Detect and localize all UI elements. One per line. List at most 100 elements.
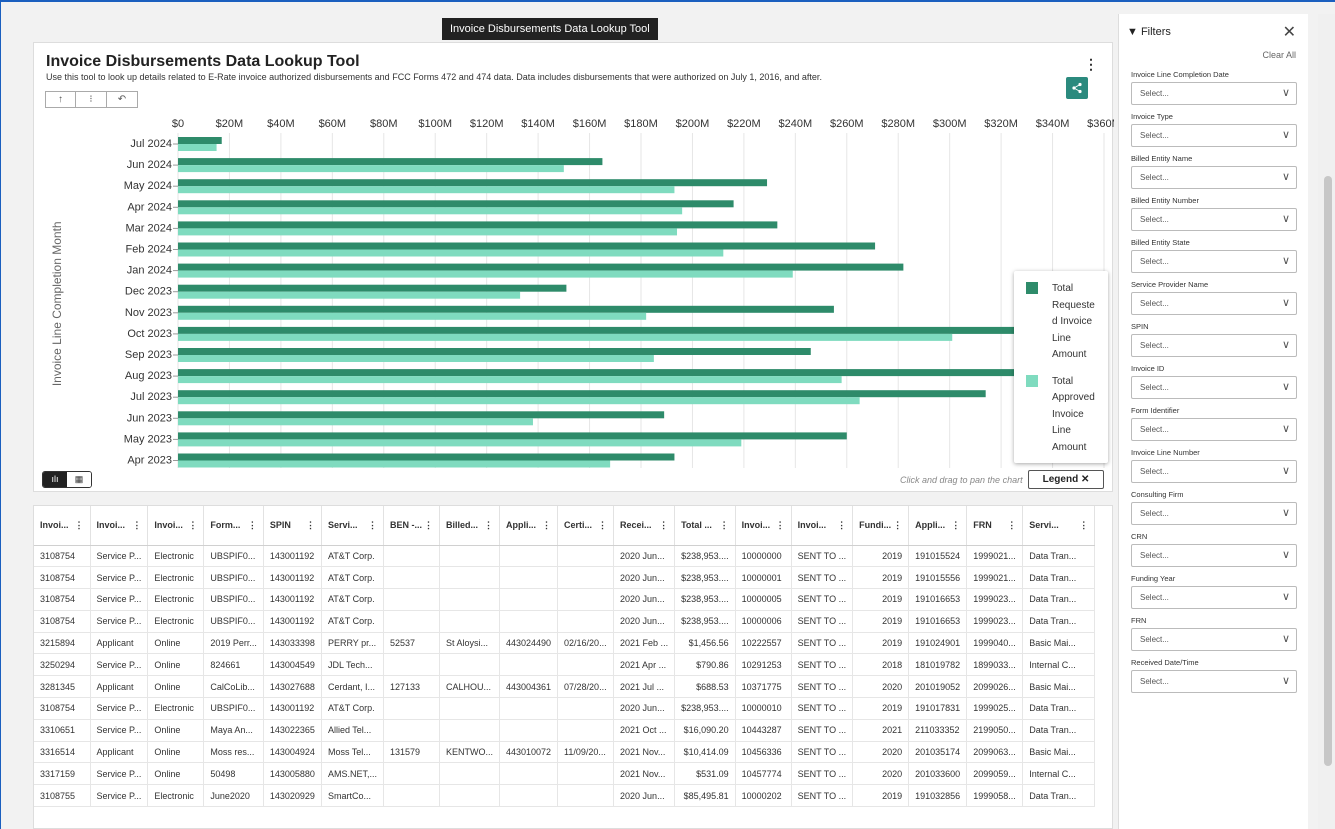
column-menu-icon[interactable]: ⋮ — [837, 520, 846, 531]
bar-requested[interactable] — [178, 284, 567, 292]
column-menu-icon[interactable]: ⋮ — [368, 520, 377, 531]
table-row[interactable]: 3108754 Service P... Electronic UBSPIF0... 1… — [34, 697, 1096, 720]
scrollbar-thumb[interactable] — [1324, 176, 1332, 766]
filter-select[interactable]: Select... ∨ — [1131, 208, 1297, 231]
table-row[interactable]: 3310651 Service P... Online Maya An... 14302… — [34, 719, 1096, 742]
bar-approved[interactable] — [178, 144, 217, 151]
bar-approved[interactable] — [178, 333, 953, 341]
table-view-icon[interactable]: ▦ — [67, 472, 91, 487]
bar-requested[interactable] — [178, 221, 778, 229]
filter-select[interactable]: Select... ∨ — [1131, 250, 1297, 273]
table-row[interactable]: 3108755 Service P... Electronic June2020 143… — [34, 784, 1096, 808]
filter-select[interactable]: Select... ∨ — [1131, 460, 1297, 483]
filter-select[interactable]: Select... ∨ — [1131, 418, 1297, 441]
table-row[interactable]: 3108754 Service P... Electronic UBSPIF0... 1… — [34, 566, 1096, 590]
column-menu-icon[interactable]: ⋮ — [542, 520, 551, 531]
bar-approved[interactable] — [178, 439, 742, 447]
filter-select[interactable]: Select... ∨ — [1131, 502, 1297, 525]
bar-requested[interactable] — [178, 411, 665, 419]
clear-all-link[interactable]: Clear All — [1262, 50, 1296, 60]
bar-requested[interactable] — [178, 137, 222, 144]
filter-select[interactable]: Select... ∨ — [1131, 670, 1297, 693]
column-menu-icon[interactable]: ⋮ — [776, 520, 785, 531]
column-header[interactable]: Servi... ⋮ — [1022, 506, 1096, 546]
bar-requested[interactable] — [178, 179, 768, 187]
table-row[interactable]: 3250294 Service P... Online 824661 143004549… — [34, 653, 1096, 677]
bar-requested[interactable] — [178, 158, 603, 166]
table-row[interactable]: 3215894 Applicant Online 2019 Perr... 143033… — [34, 632, 1096, 655]
column-header[interactable]: Servi... ⋮ — [321, 506, 384, 546]
table-row[interactable]: 3108754 Service P... Electronic UBSPIF0... 1… — [34, 610, 1096, 633]
bar-requested[interactable] — [178, 200, 734, 208]
column-menu-icon[interactable]: ⋮ — [893, 520, 902, 531]
column-menu-icon[interactable]: ⋮ — [248, 520, 257, 531]
column-header[interactable]: Billed... ⋮ — [439, 506, 500, 546]
column-header[interactable]: Fundi... ⋮ — [852, 506, 910, 546]
bar-requested[interactable] — [178, 242, 876, 250]
column-header[interactable]: Appli... ⋮ — [908, 506, 968, 546]
bar-approved[interactable] — [178, 165, 564, 173]
filter-select[interactable]: Select... ∨ — [1131, 124, 1297, 147]
bar-approved[interactable] — [178, 418, 533, 426]
column-header[interactable]: BEN -... ⋮ — [383, 506, 440, 546]
column-header[interactable]: Invoi... ⋮ — [34, 506, 91, 546]
bar-requested[interactable] — [178, 369, 1104, 377]
filter-select[interactable]: Select... ∨ — [1131, 586, 1297, 609]
bar-approved[interactable] — [178, 376, 842, 384]
table-row[interactable]: 3316514 Applicant Online Moss res... 1430049… — [34, 741, 1096, 764]
column-menu-icon[interactable]: ⋮ — [598, 520, 607, 531]
bar-requested[interactable] — [178, 348, 811, 355]
column-menu-icon[interactable]: ⋮ — [720, 520, 729, 531]
close-icon[interactable]: ✕ — [1283, 22, 1296, 42]
column-header[interactable]: Total ... ⋮ — [674, 506, 736, 546]
legend-toggle-button[interactable]: Legend ✕ — [1028, 470, 1104, 489]
filter-select[interactable]: Select... ∨ — [1131, 82, 1297, 105]
table-row[interactable]: 3108754 Service P... Electronic UBSPIF0... 1… — [34, 588, 1096, 611]
legend-item-approved[interactable]: Total Approved Invoice Line Amount — [1026, 374, 1100, 457]
bar-approved[interactable] — [178, 355, 654, 362]
bar-approved[interactable] — [178, 207, 683, 215]
chart-view-icon[interactable]: ılı — [43, 472, 67, 487]
bar-approved[interactable] — [178, 270, 793, 278]
filter-select[interactable]: Select... ∨ — [1131, 628, 1297, 651]
bar-approved[interactable] — [178, 397, 860, 405]
legend-item-requested[interactable]: Total Requested Invoice Line Amount — [1026, 281, 1100, 364]
bar-requested[interactable] — [178, 432, 847, 440]
filter-select[interactable]: Select... ∨ — [1131, 166, 1297, 189]
bar-requested[interactable] — [178, 390, 986, 398]
bar-requested[interactable] — [178, 263, 904, 271]
table-row[interactable]: 3281345 Applicant Online CalCoLib... 1430276… — [34, 675, 1096, 699]
bar-requested[interactable] — [178, 326, 1104, 334]
bar-approved[interactable] — [178, 460, 611, 468]
column-menu-icon[interactable]: ⋮ — [484, 520, 493, 531]
column-header[interactable]: Invoi... ⋮ — [791, 506, 854, 546]
table-row[interactable]: 3108754 Service P... Electronic UBSPIF0... 1… — [34, 545, 1096, 568]
column-header[interactable]: Certi... ⋮ — [557, 506, 615, 546]
bar-requested[interactable] — [178, 453, 675, 461]
bar-approved[interactable] — [178, 249, 724, 257]
column-header[interactable]: SPIN ⋮ — [263, 506, 322, 546]
column-menu-icon[interactable]: ⋮ — [306, 520, 315, 531]
column-menu-icon[interactable]: ⋮ — [132, 520, 141, 531]
column-header[interactable]: FRN ⋮ — [966, 506, 1024, 546]
filter-select[interactable]: Select... ∨ — [1131, 292, 1297, 315]
column-menu-icon[interactable]: ⋮ — [188, 520, 197, 531]
column-header[interactable]: Recei... ⋮ — [613, 506, 676, 546]
column-menu-icon[interactable]: ⋮ — [951, 520, 960, 531]
filter-select[interactable]: Select... ∨ — [1131, 544, 1297, 567]
bar-chart[interactable]: $0 $20M $40M $60M $80M $100M $120M $140M $160M $1… — [34, 43, 1114, 468]
column-menu-icon[interactable]: ⋮ — [424, 520, 433, 531]
column-header[interactable]: Invoi... ⋮ — [735, 506, 792, 546]
bar-approved[interactable] — [178, 291, 521, 299]
filter-select[interactable]: Select... ∨ — [1131, 334, 1297, 357]
bar-approved[interactable] — [178, 312, 647, 320]
column-menu-icon[interactable]: ⋮ — [1007, 520, 1016, 531]
column-menu-icon[interactable]: ⋮ — [75, 520, 84, 531]
column-menu-icon[interactable]: ⋮ — [1079, 520, 1088, 531]
bar-approved[interactable] — [178, 186, 675, 194]
column-header[interactable]: Form... ⋮ — [203, 506, 264, 546]
bar-requested[interactable] — [178, 305, 834, 313]
filter-select[interactable]: Select... ∨ — [1131, 376, 1297, 399]
column-header[interactable]: Invoi... ⋮ — [90, 506, 149, 546]
bar-approved[interactable] — [178, 228, 678, 236]
